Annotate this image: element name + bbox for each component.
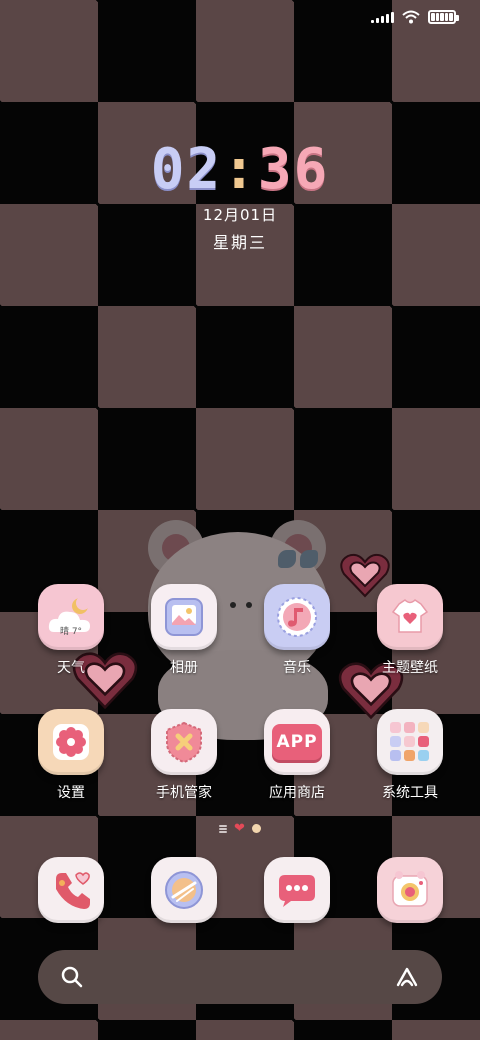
settings-icon: [38, 709, 104, 775]
page-indicator: ❤: [0, 822, 480, 835]
search-icon[interactable]: [60, 965, 84, 989]
phone-icon: [38, 857, 104, 923]
app-weather[interactable]: 晴 7° 天气: [21, 584, 121, 677]
music-icon: [264, 584, 330, 650]
app-theme[interactable]: 主题壁纸: [360, 584, 460, 677]
clock-weekday: 星期三: [212, 233, 267, 252]
app-system-tools[interactable]: 系统工具: [360, 709, 460, 802]
app-label: 应用商店: [269, 785, 325, 801]
app-gallery[interactable]: 相册: [134, 584, 234, 677]
messages-icon: [264, 857, 330, 923]
battery-icon: [428, 10, 459, 24]
app-label: 系统工具: [382, 785, 438, 801]
app-label: 手机管家: [156, 785, 212, 801]
app-label: 设置: [57, 785, 85, 801]
dock-phone[interactable]: [21, 857, 121, 923]
browser-icon: [151, 857, 217, 923]
app-phone-manager[interactable]: 手机管家: [134, 709, 234, 802]
app-music[interactable]: 音乐: [247, 584, 347, 677]
page-indicator-dot: [251, 824, 261, 833]
dock-camera[interactable]: [360, 857, 460, 923]
clock-time: 02:36: [0, 138, 480, 202]
search-bar[interactable]: [38, 950, 442, 1004]
clock-hours: 02: [150, 137, 223, 202]
system-tools-icon: [377, 709, 443, 775]
page-indicator-list-icon: [219, 824, 228, 833]
phone-manager-icon: [151, 709, 217, 775]
clock-minutes: 36: [257, 137, 330, 202]
dock-browser[interactable]: [134, 857, 234, 923]
weather-icon: 晴 7°: [38, 584, 104, 650]
camera-icon: [377, 857, 443, 923]
app-store-icon: APP: [264, 709, 330, 775]
app-store-badge-text: APP: [276, 732, 318, 752]
weather-text: 晴 7°: [59, 627, 83, 637]
theme-icon: [377, 584, 443, 650]
app-settings[interactable]: 设置: [21, 709, 121, 802]
app-label: 音乐: [283, 660, 311, 676]
wifi-icon: [402, 10, 420, 24]
app-label: 相册: [170, 660, 198, 676]
gallery-icon: [151, 584, 217, 650]
signal-icon: [371, 11, 394, 23]
app-label: 天气: [57, 660, 85, 676]
clock-separator: :: [222, 137, 258, 202]
app-label: 主题壁纸: [382, 660, 438, 676]
status-bar: [371, 10, 459, 24]
clock-date: 12月01日: [202, 206, 278, 224]
assistant-icon[interactable]: [394, 966, 420, 988]
clock-widget[interactable]: 02:36 12月01日 星期三: [0, 138, 480, 253]
app-app-store[interactable]: APP 应用商店: [247, 709, 347, 802]
page-indicator-heart-icon: ❤: [234, 821, 245, 836]
dock-messages[interactable]: [247, 857, 347, 923]
